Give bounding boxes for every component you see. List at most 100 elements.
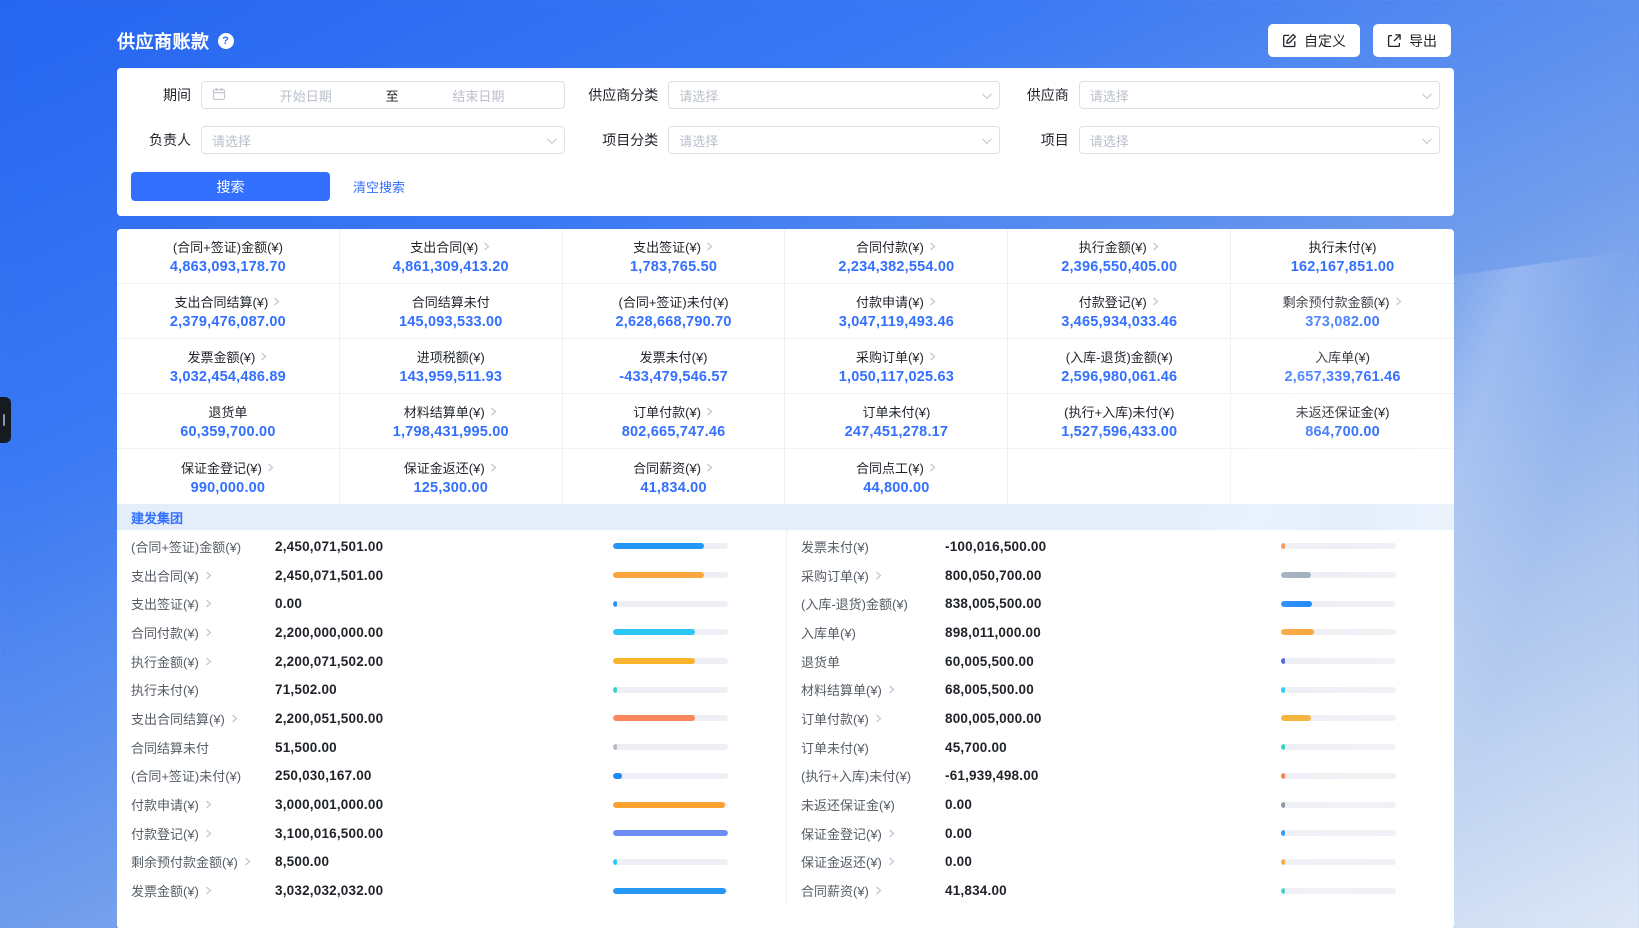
search-button[interactable]: 搜索	[131, 172, 330, 201]
group-name-link[interactable]: 建发集团	[131, 508, 183, 527]
summary-card[interactable]: 保证金返还(¥)125,300.00	[340, 449, 563, 504]
detail-row-label-link[interactable]: 保证金登记(¥)	[801, 824, 945, 843]
summary-card[interactable]: 合同付款(¥)2,234,382,554.00	[785, 229, 1008, 284]
detail-row: 合同付款(¥)2,200,000,000.00	[117, 618, 786, 647]
supplier-select[interactable]: 请选择	[1079, 81, 1440, 109]
detail-row-value: 898,011,000.00	[945, 625, 1281, 640]
summary-card-label-row: 剩余预付款金额(¥)	[1283, 292, 1403, 311]
progress-bar-fill	[613, 629, 695, 635]
summary-card-label: 订单未付(¥)	[862, 402, 930, 421]
detail-row-label-link[interactable]: 执行金额(¥)	[131, 652, 275, 671]
detail-row-value: 800,005,000.00	[945, 711, 1281, 726]
owner-label: 负责人	[131, 130, 201, 150]
detail-row-value: 0.00	[945, 826, 1281, 841]
summary-card[interactable]: 支出合同(¥)4,861,309,413.20	[340, 229, 563, 284]
chevron-right-icon	[887, 829, 896, 838]
summary-card[interactable]: 采购订单(¥)1,050,117,025.63	[785, 339, 1008, 394]
top-bar: 供应商账款 ? 自定义 导出	[0, 0, 1639, 68]
detail-row-value: 2,200,071,502.00	[275, 654, 613, 669]
detail-row-value: -61,939,498.00	[945, 768, 1281, 783]
summary-card[interactable]: 支出合同结算(¥)2,379,476,087.00	[117, 284, 340, 339]
summary-card-label-row: 执行未付(¥)	[1309, 237, 1377, 256]
detail-row-value: -100,016,500.00	[945, 539, 1281, 554]
detail-row-label-link[interactable]: 订单付款(¥)	[801, 709, 945, 728]
summary-card-label: 合同薪资(¥)	[633, 458, 701, 477]
summary-card-label: (合同+签证)未付(¥)	[619, 292, 729, 311]
detail-row-label-link[interactable]: 剩余预付款金额(¥)	[131, 852, 275, 871]
summary-card-value: 1,527,596,433.00	[1061, 424, 1177, 440]
summary-card-label-row: (合同+签证)未付(¥)	[619, 292, 729, 311]
detail-row-label-link[interactable]: 保证金返还(¥)	[801, 852, 945, 871]
summary-card[interactable]: 支出签证(¥)1,783,765.50	[563, 229, 786, 284]
summary-card[interactable]: 材料结算单(¥)1,798,431,995.00	[340, 394, 563, 449]
page-title: 供应商账款 ?	[117, 28, 234, 54]
chevron-right-icon	[928, 242, 937, 251]
chevron-down-icon	[1422, 89, 1432, 99]
detail-row-label-link[interactable]: 付款申请(¥)	[131, 795, 275, 814]
chevron-right-icon	[489, 463, 498, 472]
summary-card: 执行未付(¥)162,167,851.00	[1231, 229, 1454, 284]
detail-row-value: 838,005,500.00	[945, 596, 1281, 611]
detail-row-label: (执行+入库)未付(¥)	[801, 766, 945, 785]
help-icon[interactable]: ?	[218, 33, 234, 49]
export-button[interactable]: 导出	[1373, 24, 1451, 57]
progress-bar-fill	[613, 543, 704, 549]
summary-card-label-row: 保证金登记(¥)	[181, 458, 275, 477]
detail-row-label-link[interactable]: 支出合同(¥)	[131, 566, 275, 585]
date-range-input[interactable]: 开始日期 至 结束日期	[201, 81, 565, 109]
detail-row: 执行金额(¥)2,200,071,502.00	[117, 647, 786, 676]
detail-row-label-text: 执行未付(¥)	[131, 680, 199, 699]
project-select[interactable]: 请选择	[1079, 126, 1440, 154]
summary-card-label: 材料结算单(¥)	[404, 402, 485, 421]
detail-row-label-link[interactable]: 发票金额(¥)	[131, 881, 275, 900]
progress-bar	[1281, 629, 1396, 635]
side-drawer-handle[interactable]	[0, 397, 11, 443]
detail-row-label-text: 支出合同结算(¥)	[131, 709, 225, 728]
detail-row-label-link[interactable]: 支出合同结算(¥)	[131, 709, 275, 728]
summary-card-label-row: 合同结算未付	[412, 292, 490, 311]
summary-card[interactable]: 发票金额(¥)3,032,454,486.89	[117, 339, 340, 394]
customize-button[interactable]: 自定义	[1268, 24, 1360, 57]
supplier-label: 供应商	[1000, 85, 1079, 105]
project-category-select[interactable]: 请选择	[668, 126, 1000, 154]
summary-card-value: 3,465,934,033.46	[1061, 314, 1177, 330]
supplier-category-select[interactable]: 请选择	[668, 81, 1000, 109]
progress-bar	[613, 629, 728, 635]
supplier-placeholder: 请选择	[1090, 86, 1129, 105]
project-placeholder: 请选择	[1090, 131, 1129, 150]
summary-card-value: 990,000.00	[191, 480, 266, 496]
period-label: 期间	[131, 85, 201, 105]
detail-row: 支出合同(¥)2,450,071,501.00	[117, 561, 786, 590]
customize-button-label: 自定义	[1304, 31, 1346, 51]
summary-card[interactable]: 保证金登记(¥) 990,000.00	[117, 449, 340, 504]
summary-card-label: 合同结算未付	[412, 292, 490, 311]
summary-card[interactable]: 合同点工(¥)44,800.00	[785, 449, 1008, 504]
detail-row-label-link[interactable]: 付款登记(¥)	[131, 824, 275, 843]
progress-bar	[613, 744, 728, 750]
owner-select[interactable]: 请选择	[201, 126, 565, 154]
detail-row-label-link[interactable]: 支出签证(¥)	[131, 594, 275, 613]
toolbar: 自定义 导出	[1268, 24, 1451, 57]
summary-card-label-row: 保证金返还(¥)	[404, 458, 498, 477]
summary-card[interactable]: 执行金额(¥)2,396,550,405.00	[1008, 229, 1231, 284]
summary-card[interactable]: 付款登记(¥)3,465,934,033.46	[1008, 284, 1231, 339]
detail-row-label-text: 付款登记(¥)	[131, 824, 199, 843]
detail-row-label-link[interactable]: 材料结算单(¥)	[801, 680, 945, 699]
detail-row: 执行未付(¥)71,502.00	[117, 675, 786, 704]
summary-card-value: 864,700.00	[1305, 424, 1380, 440]
summary-card[interactable]: 剩余预付款金额(¥) 373,082.00	[1231, 284, 1454, 339]
summary-card-value: 373,082.00	[1305, 314, 1380, 330]
summary-card[interactable]: 合同薪资(¥)41,834.00	[563, 449, 786, 504]
detail-row-label-link[interactable]: 合同薪资(¥)	[801, 881, 945, 900]
detail-row-label-link[interactable]: 采购订单(¥)	[801, 566, 945, 585]
progress-bar	[1281, 715, 1396, 721]
calendar-icon	[212, 87, 226, 104]
summary-card-value: 2,396,550,405.00	[1061, 259, 1177, 275]
detail-row-label-text: 保证金登记(¥)	[801, 824, 882, 843]
detail-row-label-text: 发票金额(¥)	[131, 881, 199, 900]
detail-row-label-link[interactable]: 合同付款(¥)	[131, 623, 275, 642]
summary-card[interactable]: 订单付款(¥)802,665,747.46	[563, 394, 786, 449]
summary-card-label: 付款申请(¥)	[856, 292, 924, 311]
clear-search-link[interactable]: 清空搜索	[353, 177, 405, 196]
summary-card[interactable]: 付款申请(¥)3,047,119,493.46	[785, 284, 1008, 339]
